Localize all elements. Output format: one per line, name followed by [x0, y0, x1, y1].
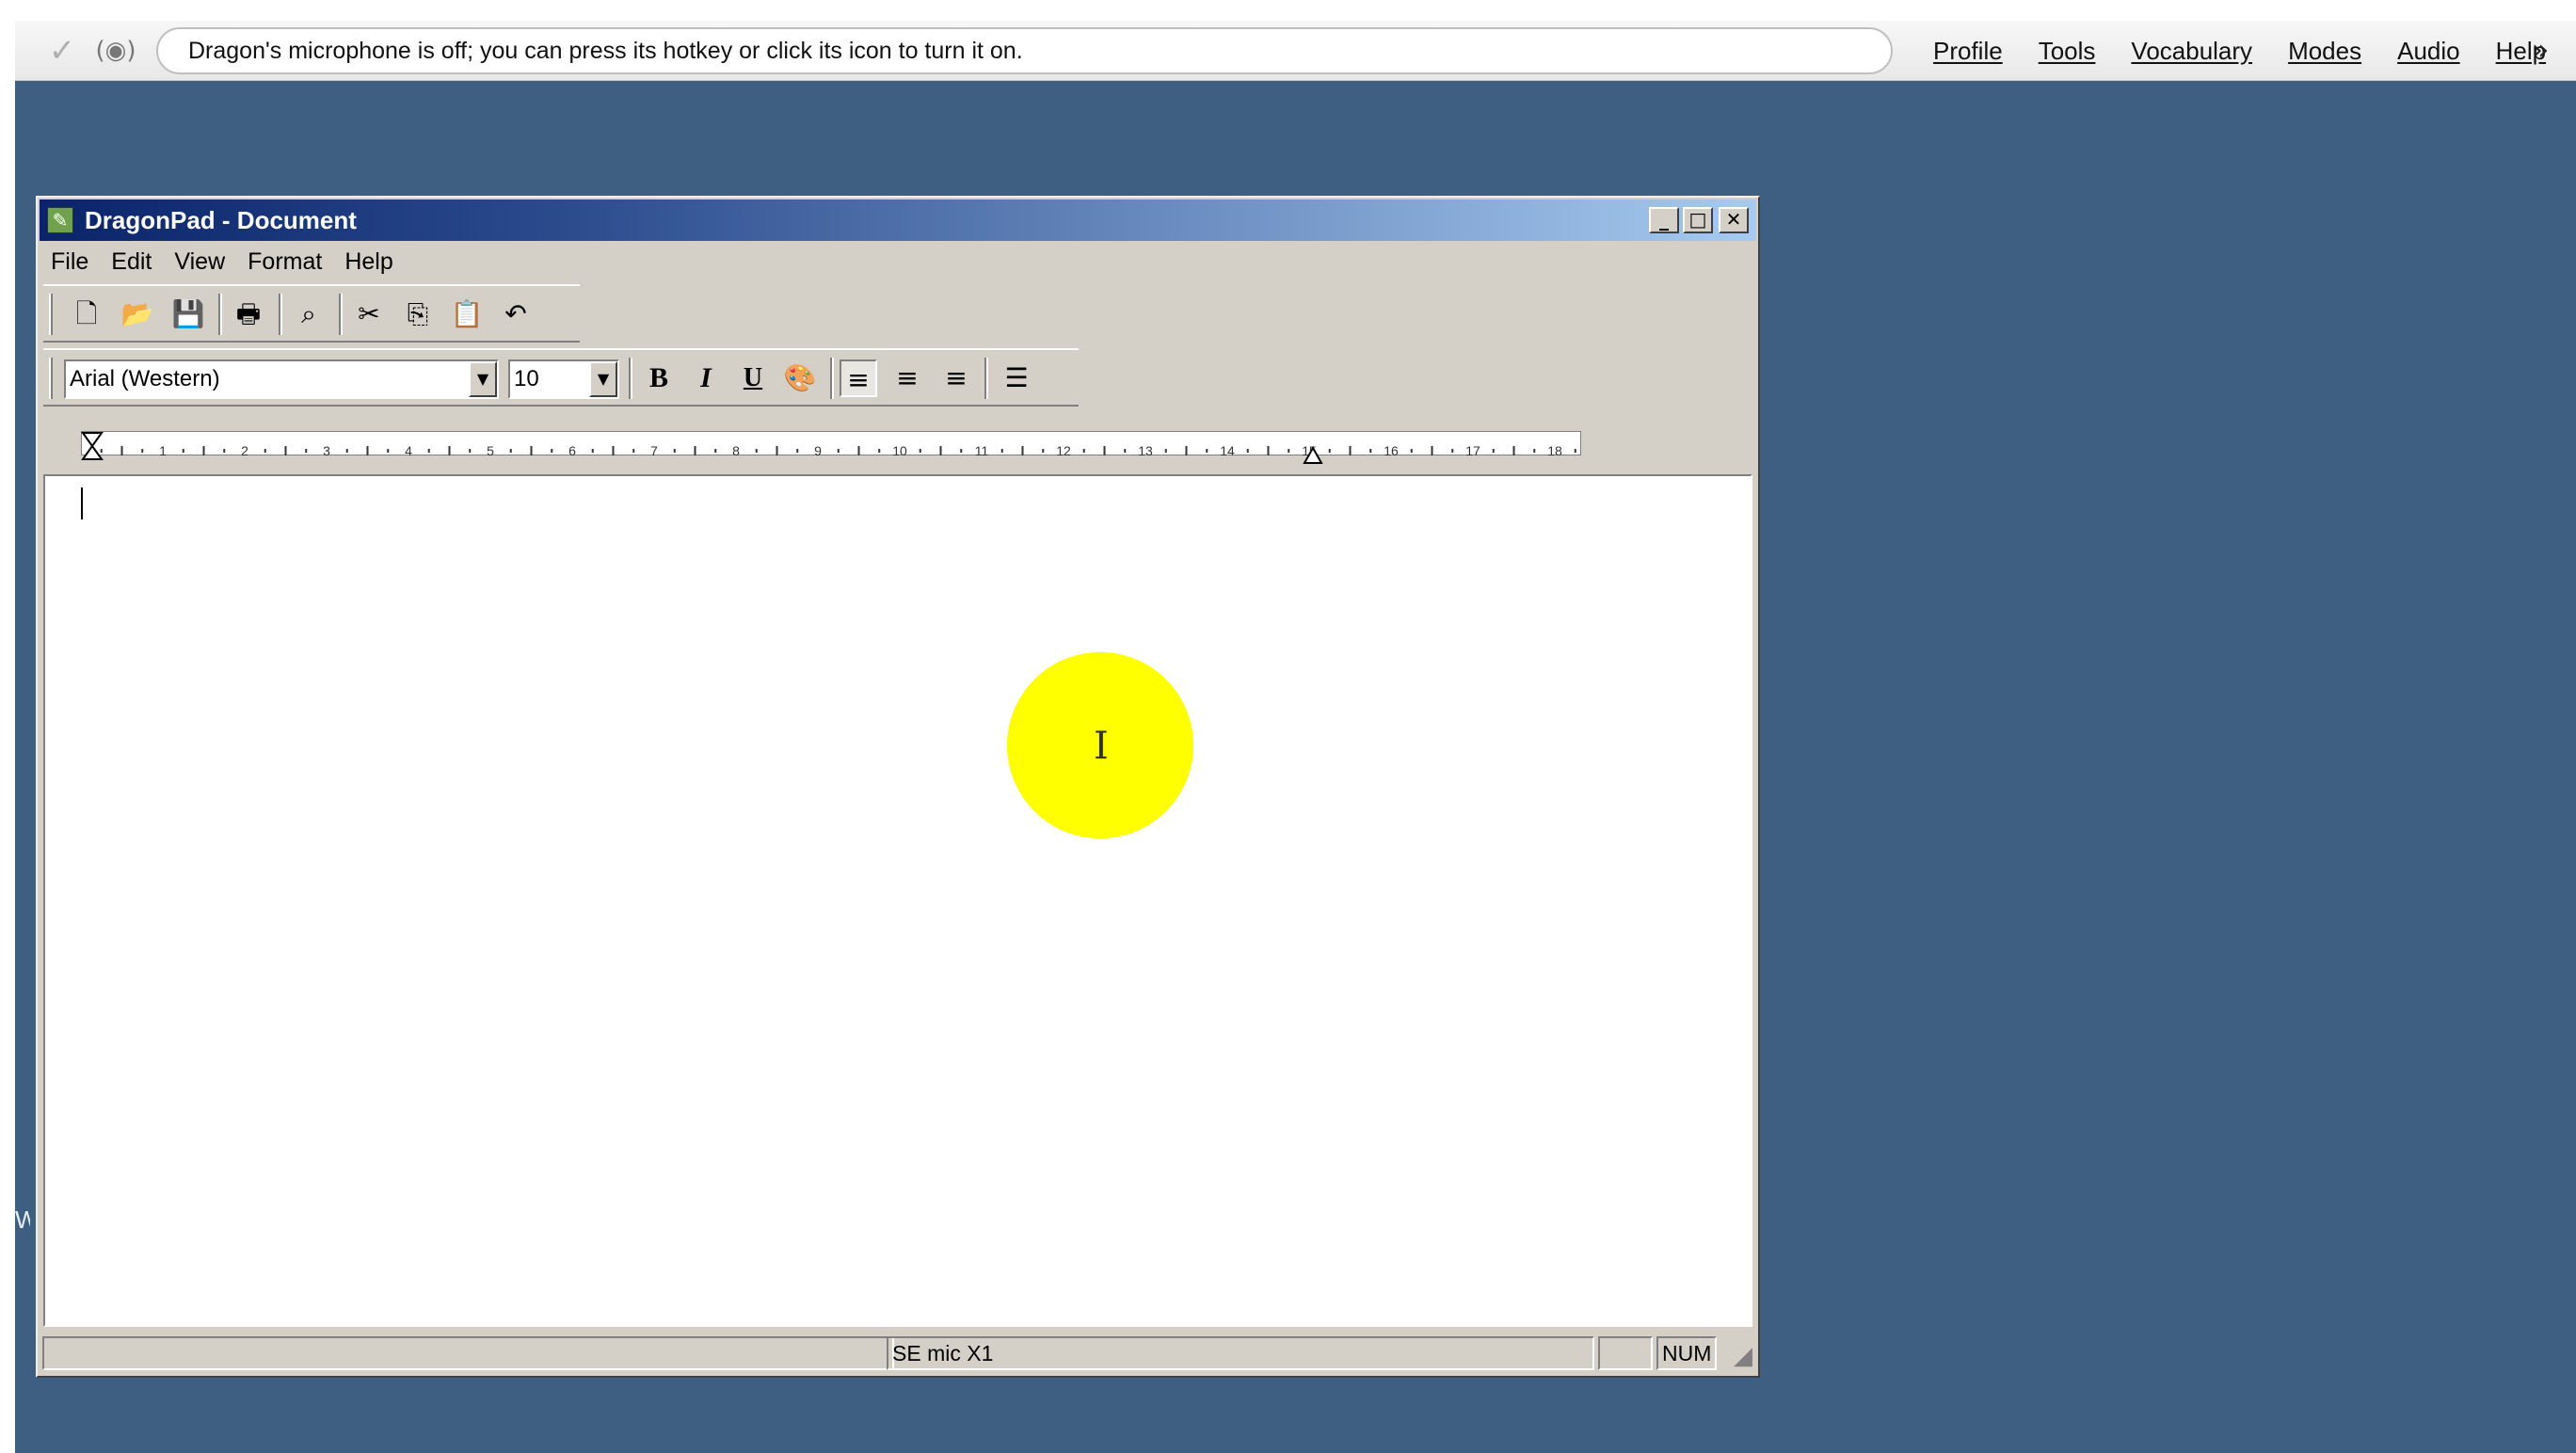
ruler-label: 18	[1547, 443, 1562, 458]
ruler-label: 17	[1465, 443, 1480, 458]
status-panel-empty	[42, 1336, 894, 1370]
font-size-combo[interactable]: 10 ▼	[508, 359, 619, 399]
ruler-label: 6	[568, 443, 576, 458]
find-binoculars-icon[interactable]: ⌕	[290, 295, 328, 333]
dragon-menu-tools[interactable]: Tools	[2039, 37, 2096, 66]
resize-grip-icon[interactable]: ◢	[1724, 1342, 1752, 1370]
ruler-label: 16	[1384, 443, 1399, 458]
ruler-label: 3	[323, 443, 330, 458]
ruler-label: 4	[405, 443, 412, 458]
ruler-label: 7	[650, 443, 658, 458]
ruler-label: 1	[159, 443, 167, 458]
bold-button[interactable]: B	[640, 359, 678, 397]
toolbar-separator	[830, 358, 834, 399]
dragon-menu-profile[interactable]: Profile	[1933, 37, 2003, 66]
toolbar-separator	[339, 294, 343, 335]
menu-view[interactable]: View	[163, 248, 236, 276]
toolbar-grip[interactable]	[49, 294, 53, 335]
dragonpad-window: ✎ DragonPad - Document _ □ ✕ File Edit V…	[36, 196, 1760, 1378]
chevron-double-right-icon[interactable]: »	[2521, 32, 2559, 70]
ruler-label: 14	[1220, 443, 1235, 458]
font-color-icon[interactable]: 🎨	[781, 359, 819, 397]
menu-bar: File Edit View Format Help	[40, 243, 1756, 280]
status-mic-label: SE mic X1	[887, 1336, 1594, 1370]
check-icon[interactable]: ✓	[43, 32, 81, 70]
left-indent-marker[interactable]	[81, 432, 104, 460]
status-bar: SE mic X1 NUM ◢	[40, 1331, 1756, 1374]
ruler-label: 2	[241, 443, 248, 458]
align-left-icon[interactable]: ≡	[840, 359, 877, 397]
dragon-status-message: Dragon's microphone is off; you can pres…	[156, 27, 1893, 74]
text-caret	[81, 487, 83, 519]
dragon-menu-vocabulary[interactable]: Vocabulary	[2131, 37, 2252, 66]
align-right-icon[interactable]: ≡	[937, 359, 975, 397]
ruler-marks: 1 2 3 4 5 6 7 8 9 10 11 12 13 14 15 16 17 18	[81, 432, 1576, 464]
dragon-bar: ✓ (◉) Dragon's microphone is off; you ca…	[15, 21, 2576, 81]
chevron-down-icon[interactable]: ▼	[469, 361, 497, 397]
new-document-icon[interactable]: 🗋	[68, 295, 105, 333]
toolbar-separator	[218, 294, 222, 335]
open-folder-icon[interactable]: 📂	[119, 295, 156, 333]
ruler-label: 13	[1138, 443, 1153, 458]
ruler[interactable]: 1 2 3 4 5 6 7 8 9 10 11 12 13 14 15 16 17 18	[43, 423, 1737, 471]
dragon-menu-modes[interactable]: Modes	[2288, 37, 2361, 66]
microphone-icon[interactable]: (◉)	[92, 32, 139, 70]
ruler-label: 10	[892, 443, 907, 458]
chevron-down-icon[interactable]: ▼	[589, 361, 617, 397]
print-icon[interactable]: 🖶	[230, 295, 267, 333]
status-panel-blank	[1598, 1336, 1653, 1370]
dragon-menu: Profile Tools Vocabulary Modes Audio Hel…	[1897, 21, 2546, 81]
font-size-value: 10	[514, 366, 539, 391]
ruler-label: 11	[975, 443, 989, 458]
menu-format[interactable]: Format	[236, 248, 333, 276]
italic-button[interactable]: I	[687, 359, 725, 397]
underline-button[interactable]: U	[734, 359, 772, 397]
minimize-button[interactable]: _	[1649, 207, 1679, 233]
undo-icon[interactable]: ↶	[497, 295, 535, 333]
desktop-icon-fragment: W	[15, 1206, 30, 1234]
toolbar-separator	[629, 358, 632, 399]
menu-help[interactable]: Help	[333, 248, 404, 276]
window-title: DragonPad - Document	[85, 206, 357, 234]
ruler-label: 5	[487, 443, 494, 458]
maximize-button[interactable]: □	[1683, 207, 1713, 233]
ruler-label: 8	[732, 443, 740, 458]
title-bar[interactable]: ✎ DragonPad - Document _ □ ✕	[40, 200, 1756, 241]
bullets-list-icon[interactable]: ☰	[998, 359, 1035, 397]
status-num-lock: NUM	[1656, 1336, 1717, 1370]
font-name-value: Arial (Western)	[70, 366, 220, 391]
dragonpad-app-icon[interactable]: ✎	[47, 207, 73, 233]
standard-toolbar: 🗋 📂 💾 🖶 ⌕ ✂ ⎘ 📋 ↶	[43, 284, 580, 343]
ruler-label: 9	[814, 443, 822, 458]
copy-icon[interactable]: ⎘	[399, 295, 437, 333]
menu-file[interactable]: File	[40, 248, 100, 276]
save-disk-icon[interactable]: 💾	[169, 295, 207, 333]
align-center-icon[interactable]: ≡	[888, 359, 926, 397]
ibeam-cursor-icon: I	[1094, 725, 1109, 768]
font-name-combo[interactable]: Arial (Western) ▼	[64, 359, 499, 399]
paste-icon[interactable]: 📋	[448, 295, 486, 333]
close-button[interactable]: ✕	[1719, 207, 1749, 233]
document-area[interactable]	[43, 474, 1752, 1327]
menu-edit[interactable]: Edit	[100, 248, 163, 276]
toolbar-separator	[984, 358, 988, 399]
toolbar-grip[interactable]	[49, 358, 53, 399]
cut-scissors-icon[interactable]: ✂	[350, 295, 388, 333]
toolbar-separator	[279, 294, 282, 335]
format-toolbar: Arial (Western) ▼ 10 ▼ B I U 🎨 ≡ ≡ ≡ ☰	[43, 348, 1079, 407]
dragon-menu-audio[interactable]: Audio	[2397, 37, 2460, 66]
ruler-label: 12	[1056, 443, 1071, 458]
